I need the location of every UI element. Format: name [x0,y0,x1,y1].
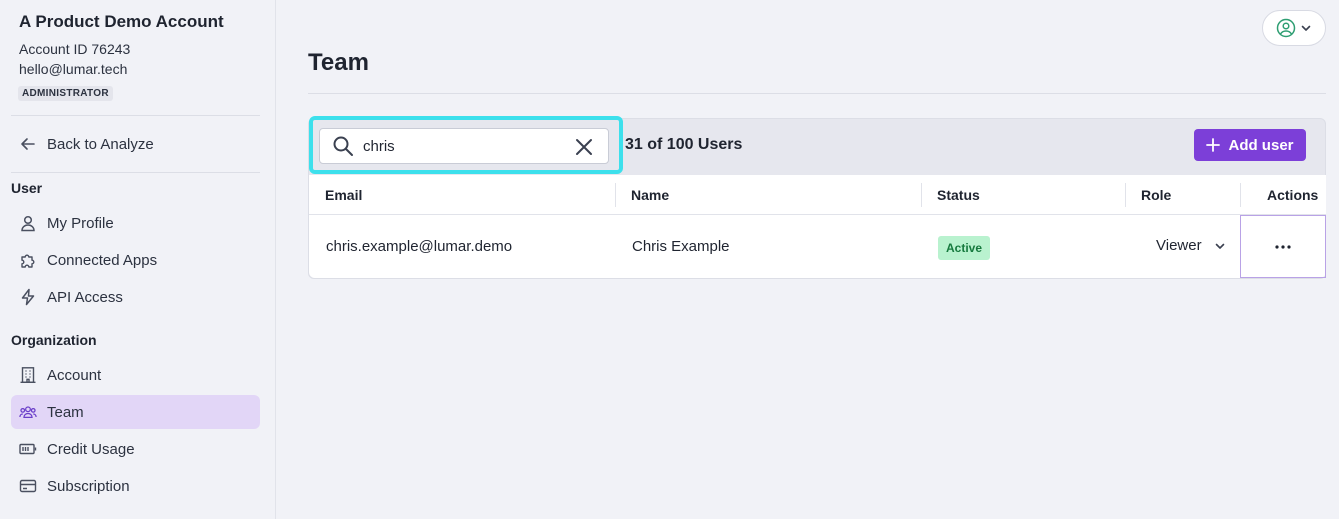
column-separator [1125,183,1126,207]
search-icon [332,135,354,157]
card-icon [19,477,37,495]
column-header-email[interactable]: Email [325,187,362,203]
sidebar-item-api-access[interactable]: API Access [11,280,260,314]
column-separator [921,183,922,207]
team-icon [19,403,37,421]
clear-search-icon[interactable] [574,137,594,157]
divider [11,115,260,116]
back-label: Back to Analyze [47,135,154,153]
arrow-left-icon [19,135,37,153]
lightning-icon [19,288,37,306]
divider [308,93,1326,94]
user-count: 31 of 100 Users [625,136,743,153]
users-table: Email Name Status Role Actions chris.exa… [309,175,1326,278]
sidebar-item-label: Team [47,403,84,421]
battery-icon [19,440,37,458]
sidebar-item-label: API Access [47,288,123,306]
sidebar-item-label: My Profile [47,214,114,232]
account-email: hello@lumar.tech [19,61,128,77]
sidebar-item-my-profile[interactable]: My Profile [11,206,260,240]
building-icon [19,366,37,384]
sidebar-item-account[interactable]: Account [11,358,260,392]
table-header: Email Name Status Role Actions [309,175,1326,215]
chevron-down-icon [1214,240,1226,252]
user-email: chris.example@lumar.demo [326,238,513,255]
more-horizontal-icon [1274,244,1292,250]
user-circle-icon [1276,18,1296,38]
add-user-button[interactable]: Add user [1194,129,1306,161]
back-to-analyze-link[interactable]: Back to Analyze [11,127,260,161]
sidebar-item-connected-apps[interactable]: Connected Apps [11,243,260,277]
sidebar-item-label: Credit Usage [47,440,135,458]
sidebar-item-label: Subscription [47,477,130,495]
chevron-down-icon [1300,22,1312,34]
sidebar: A Product Demo Account Account ID 76243 … [0,0,276,519]
plus-icon [1206,138,1221,152]
column-header-role[interactable]: Role [1141,187,1171,203]
row-actions-button[interactable] [1240,215,1326,278]
sidebar-item-label: Account [47,366,102,384]
add-user-label: Add user [1228,136,1294,154]
sidebar-item-label: Connected Apps [47,251,158,269]
divider [11,172,260,173]
role-select[interactable]: Viewer [1156,237,1226,254]
column-header-name[interactable]: Name [631,187,669,203]
sidebar-item-subscription[interactable]: Subscription [11,469,260,503]
user-menu-button[interactable] [1262,10,1326,46]
sidebar-item-team[interactable]: Team [11,395,260,429]
page-title: Team [308,49,369,76]
column-separator [1240,183,1241,207]
account-name: A Product Demo Account [19,12,224,31]
puzzle-icon [19,251,37,269]
column-header-status[interactable]: Status [937,187,980,203]
person-icon [19,214,37,232]
account-id: Account ID 76243 [19,41,131,57]
column-separator [615,183,616,207]
user-name: Chris Example [632,238,730,255]
role-value: Viewer [1156,237,1202,254]
column-header-actions: Actions [1267,187,1319,203]
organization-section-label: Organization [11,332,97,348]
status-badge: Active [938,236,991,260]
search-field[interactable] [319,128,609,164]
sidebar-item-credit-usage[interactable]: Credit Usage [11,432,260,466]
role-badge: ADMINISTRATOR [18,86,113,101]
user-section-label: User [11,180,43,196]
search-input[interactable] [363,137,563,155]
